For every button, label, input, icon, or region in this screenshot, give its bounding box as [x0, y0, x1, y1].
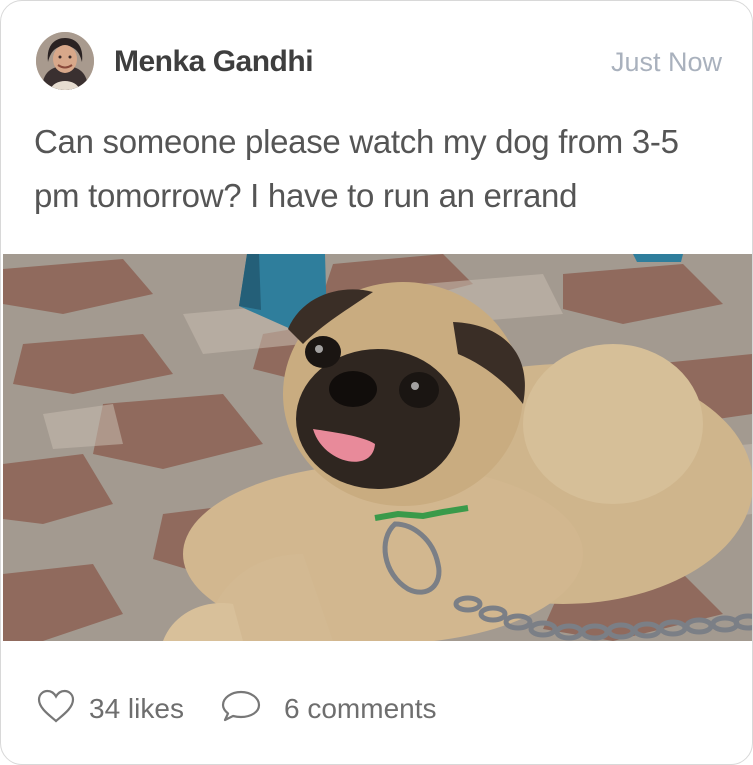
heart-outline-icon [37, 689, 75, 728]
avatar-portrait [36, 32, 94, 90]
comment-button[interactable]: 6 comments [220, 689, 437, 728]
post-text: Can someone please watch my dog from 3-5… [34, 123, 679, 214]
post-timestamp: Just Now [610, 47, 722, 77]
avatar[interactable] [36, 32, 94, 90]
likes-count: 34 likes [89, 692, 184, 724]
post-header: Menka Gandhi Just Now [1, 1, 752, 121]
pug-photo [3, 254, 752, 641]
comments-count: 6 comments [284, 692, 437, 724]
post-card: Menka Gandhi Just Now Can someone please… [0, 0, 753, 765]
like-button[interactable]: 34 likes [37, 689, 184, 728]
speech-bubble-icon [220, 689, 262, 728]
post-photo[interactable] [3, 254, 752, 641]
post-footer: 34 likes 6 comments [1, 641, 752, 764]
author-name[interactable]: Menka Gandhi [114, 45, 314, 79]
